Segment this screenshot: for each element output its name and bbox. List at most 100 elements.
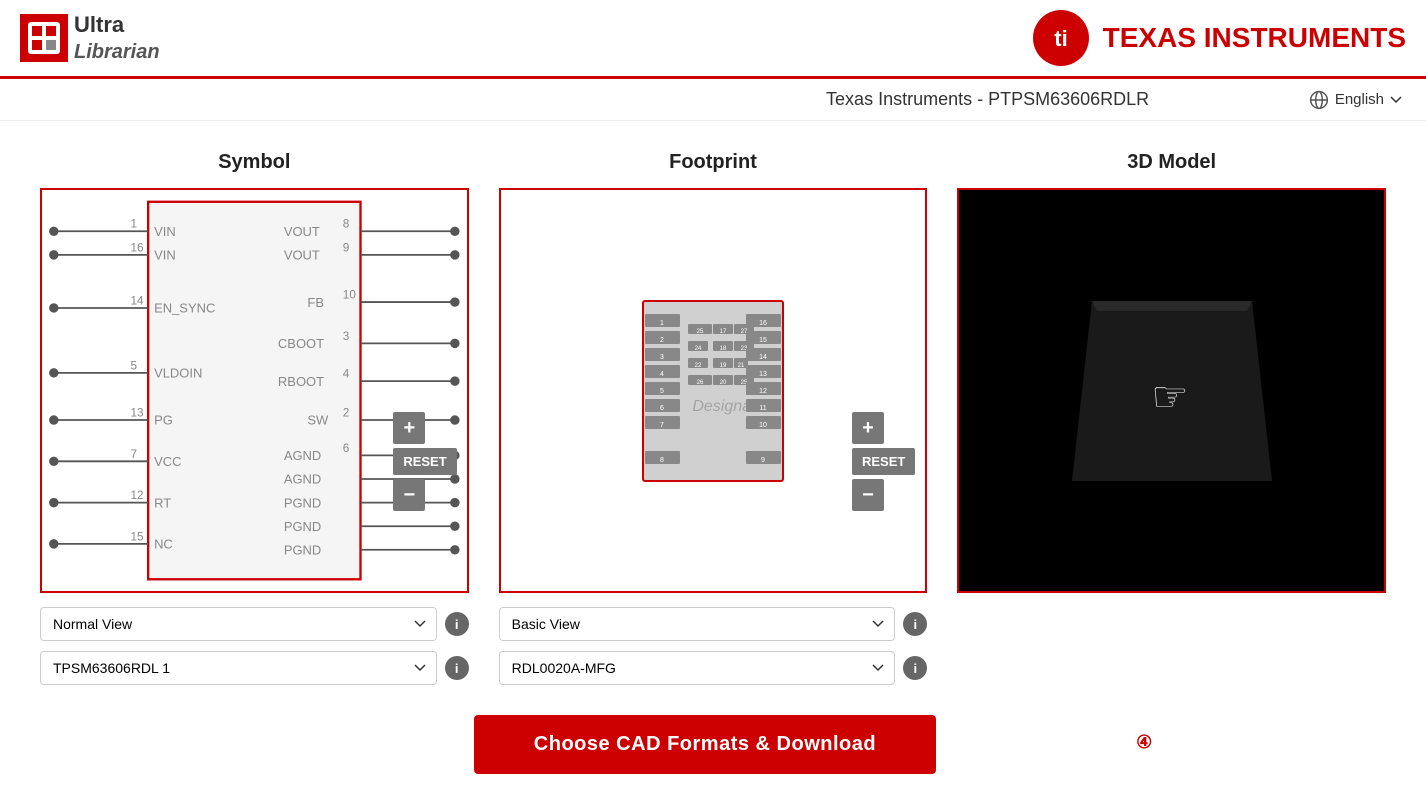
svg-text:EN_SYNC: EN_SYNC [154, 301, 215, 316]
svg-text:12: 12 [759, 388, 767, 395]
svg-text:7: 7 [130, 448, 137, 461]
svg-text:10: 10 [759, 422, 767, 429]
page-title: Texas Instruments - PTPSM63606RDLR [666, 89, 1308, 110]
symbol-part-select[interactable]: TPSM63606RDL 1 TPSM63606RDL 2 [40, 651, 437, 685]
svg-text:22: 22 [695, 363, 702, 369]
svg-text:VCC: VCC [154, 454, 181, 469]
footprint-zoom-controls: + RESET − [852, 412, 915, 511]
svg-text:21: 21 [738, 363, 745, 369]
svg-text:PGND: PGND [284, 543, 321, 558]
svg-text:4: 4 [660, 371, 664, 378]
symbol-controls: Normal View Hidden i TPSM63606RDL 1 TPSM… [40, 607, 469, 685]
footprint-preview[interactable]: 1 2 3 4 5 [499, 188, 928, 593]
svg-text:26: 26 [697, 380, 704, 386]
svg-text:5: 5 [130, 359, 137, 372]
language-label: English [1335, 91, 1384, 108]
svg-text:VOUT: VOUT [284, 224, 320, 239]
symbol-zoom-controls: + RESET − [393, 412, 456, 511]
svg-text:3: 3 [343, 330, 350, 343]
svg-text:24: 24 [695, 346, 702, 352]
footprint-view-select[interactable]: Basic View Detailed View [499, 607, 896, 641]
svg-text:SW: SW [307, 413, 329, 428]
footprint-zoom-out[interactable]: − [852, 479, 884, 511]
svg-text:1: 1 [130, 218, 137, 231]
svg-text:ti: ti [1054, 26, 1067, 51]
svg-text:RBOOT: RBOOT [278, 374, 324, 389]
svg-text:3: 3 [660, 354, 664, 361]
symbol-view-row: Normal View Hidden i [40, 607, 469, 641]
svg-text:14: 14 [759, 354, 767, 361]
footprint-area: 1 2 3 4 5 [501, 190, 926, 591]
model3d-preview[interactable]: ☞ [957, 188, 1386, 593]
svg-text:CBOOT: CBOOT [278, 336, 324, 351]
svg-text:VIN: VIN [154, 224, 176, 239]
header-top: Ultra Librarian ti TEXAS INSTRUMENTS [0, 0, 1426, 79]
svg-text:2: 2 [343, 406, 350, 419]
main-content: Symbol VIN 1 VIN 16 [0, 121, 1426, 794]
symbol-view-info[interactable]: i [445, 612, 469, 636]
svg-text:1: 1 [660, 320, 664, 327]
ti-company-name: TEXAS INSTRUMENTS [1103, 23, 1406, 54]
globe-icon [1309, 90, 1329, 110]
symbol-zoom-in[interactable]: + [393, 412, 425, 444]
ul-icon [26, 20, 62, 56]
svg-text:PGND: PGND [284, 519, 321, 534]
svg-text:AGND: AGND [284, 448, 321, 463]
footprint-view-info[interactable]: i [903, 612, 927, 636]
svg-text:RT: RT [154, 495, 171, 510]
svg-text:5: 5 [660, 388, 664, 395]
svg-text:19: 19 [720, 363, 727, 369]
symbol-preview[interactable]: VIN 1 VIN 16 EN_SYNC 14 VLDOIN [40, 188, 469, 593]
svg-text:☞: ☞ [1151, 373, 1189, 420]
logo-text: Ultra Librarian [74, 12, 160, 65]
model3d-svg: ☞ [1052, 281, 1292, 501]
svg-text:10: 10 [343, 289, 357, 302]
svg-text:16: 16 [130, 241, 144, 254]
footprint-column: Footprint 1 2 [499, 151, 928, 685]
symbol-part-row: TPSM63606RDL 1 TPSM63606RDL 2 i [40, 651, 469, 685]
footprint-controls: Basic View Detailed View i RDL0020A-MFG … [499, 607, 928, 685]
svg-text:20: 20 [720, 380, 727, 386]
svg-text:12: 12 [130, 489, 143, 502]
download-section: Choose CAD Formats & Download ④ [40, 715, 1386, 774]
svg-text:14: 14 [130, 294, 144, 307]
svg-text:AGND: AGND [284, 472, 321, 487]
footprint-part-info[interactable]: i [903, 656, 927, 680]
symbol-column: Symbol VIN 1 VIN 16 [40, 151, 469, 685]
svg-text:8: 8 [660, 457, 664, 464]
svg-text:VOUT: VOUT [284, 248, 320, 263]
svg-text:9: 9 [761, 457, 765, 464]
svg-text:2: 2 [660, 337, 664, 344]
svg-text:16: 16 [759, 320, 767, 327]
svg-text:18: 18 [720, 346, 727, 352]
symbol-zoom-out[interactable]: − [393, 479, 425, 511]
svg-text:13: 13 [759, 371, 767, 378]
svg-text:FB: FB [307, 295, 324, 310]
ti-logo: ti TEXAS INSTRUMENTS [1031, 8, 1406, 68]
svg-text:15: 15 [759, 337, 767, 344]
svg-text:7: 7 [660, 422, 664, 429]
svg-text:VIN: VIN [154, 248, 176, 263]
logo-icon-box [20, 14, 68, 62]
svg-text:6: 6 [343, 442, 350, 455]
step-badge: ④ [1136, 732, 1152, 753]
svg-text:25: 25 [697, 329, 704, 335]
symbol-view-select[interactable]: Normal View Hidden [40, 607, 437, 641]
svg-text:PG: PG [154, 413, 173, 428]
symbol-part-info[interactable]: i [445, 656, 469, 680]
language-selector[interactable]: English [1309, 90, 1402, 110]
download-button[interactable]: Choose CAD Formats & Download [474, 715, 936, 774]
footprint-part-select[interactable]: RDL0020A-MFG RDL0020A [499, 651, 896, 685]
footprint-part-row: RDL0020A-MFG RDL0020A i [499, 651, 928, 685]
svg-text:4: 4 [343, 368, 350, 381]
footprint-zoom-in[interactable]: + [852, 412, 884, 444]
svg-text:VLDOIN: VLDOIN [154, 366, 202, 381]
ultra-librarian-logo: Ultra Librarian [20, 12, 160, 65]
model3d-column: 3D Model ☞ i [957, 151, 1386, 685]
footprint-reset[interactable]: RESET [852, 448, 915, 475]
model3d-area: ☞ [959, 190, 1384, 591]
symbol-svg: VIN 1 VIN 16 EN_SYNC 14 VLDOIN [42, 190, 467, 591]
svg-text:PGND: PGND [284, 495, 321, 510]
symbol-reset[interactable]: RESET [393, 448, 456, 475]
svg-text:6: 6 [660, 405, 664, 412]
